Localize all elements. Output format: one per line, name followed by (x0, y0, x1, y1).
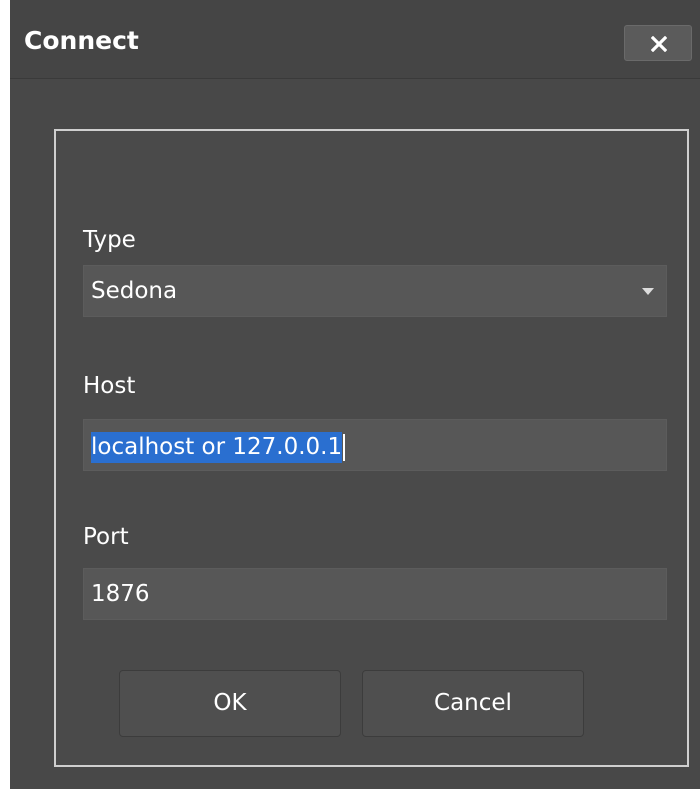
port-input[interactable]: 1876 (83, 568, 667, 620)
connect-dialog: Connect Type Sedona Host localhost or 12… (10, 0, 700, 789)
port-label: Port (83, 524, 129, 550)
host-input-text-wrap: localhost or 127.0.0.1 (91, 432, 346, 463)
type-select[interactable]: Sedona (83, 265, 667, 317)
chevron-down-icon (642, 288, 654, 295)
ok-button[interactable]: OK (119, 670, 341, 737)
dialog-titlebar[interactable]: Connect (10, 0, 700, 79)
type-label: Type (83, 227, 136, 253)
port-input-value: 1876 (91, 581, 150, 607)
close-icon (651, 36, 667, 52)
close-button[interactable] (624, 25, 692, 61)
host-input-value: localhost or 127.0.0.1 (91, 432, 343, 463)
dialog-title: Connect (24, 26, 139, 55)
cancel-button[interactable]: Cancel (362, 670, 584, 737)
text-caret (343, 434, 346, 461)
host-input[interactable]: localhost or 127.0.0.1 (83, 419, 667, 471)
connection-panel: Type Sedona Host localhost or 127.0.0.1 … (54, 129, 689, 767)
type-select-value: Sedona (91, 278, 178, 304)
host-label: Host (83, 373, 136, 399)
